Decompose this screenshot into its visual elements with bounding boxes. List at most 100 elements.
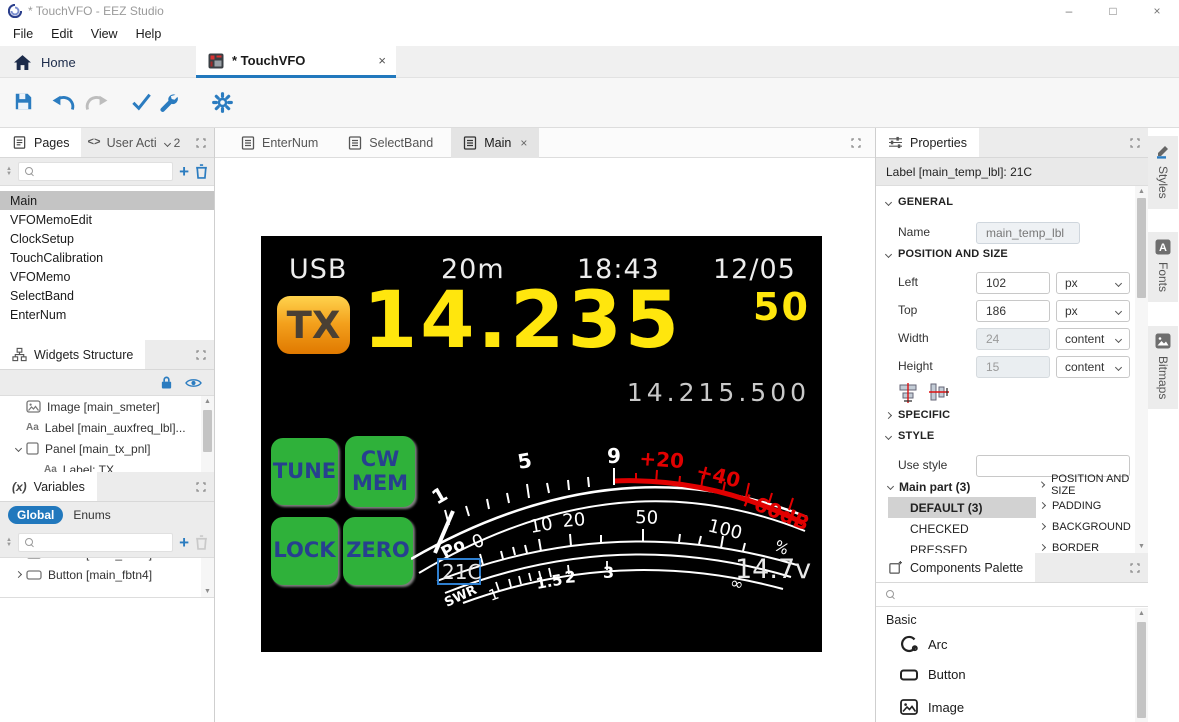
tree-item-image[interactable]: Image [main_smeter] <box>0 396 214 417</box>
gear-icon[interactable] <box>212 92 233 113</box>
left-input[interactable]: 102 <box>976 272 1050 294</box>
expand-icon[interactable] <box>196 138 206 148</box>
palette-scrollbar[interactable]: ▲ <box>1135 608 1148 722</box>
tab-variables[interactable]: (x) Variables <box>0 472 97 501</box>
top-unit-select[interactable]: px <box>1056 300 1130 322</box>
editor-tab-selectband[interactable]: SelectBand <box>336 128 445 158</box>
tab-project-close-icon[interactable]: × <box>378 53 386 68</box>
scrollbar-thumb[interactable] <box>1137 198 1146 298</box>
tree-item-label-auxfreq[interactable]: Aa Label [main_auxfreq_lbl]... <box>0 417 214 438</box>
tab-enums[interactable]: Enums <box>73 508 110 522</box>
page-item-touchcalibration[interactable]: TouchCalibration <box>0 248 214 267</box>
style-group-padding[interactable]: PADDING <box>1040 495 1132 516</box>
close-tab-icon[interactable]: × <box>520 136 527 150</box>
style-part-main[interactable]: Main part (3) <box>888 476 1036 497</box>
tab-properties[interactable]: Properties <box>876 128 979 157</box>
chevron-down-icon[interactable] <box>164 140 171 147</box>
vfo-button-lock[interactable]: LOCK <box>271 517 338 585</box>
top-input[interactable]: 186 <box>976 300 1050 322</box>
sort-icon[interactable]: ▲▼ <box>6 167 12 177</box>
palette-search-input[interactable] <box>876 583 1148 607</box>
variables-search-input[interactable] <box>18 533 173 552</box>
palette-item-arc[interactable]: Arc <box>900 635 948 653</box>
page-canvas-main[interactable]: USB 20m 18:43 12/05 TX 14.235 50 14.215.… <box>261 236 822 652</box>
delete-page-icon[interactable] <box>195 164 208 179</box>
scroll-down-icon[interactable]: ▼ <box>1135 541 1148 553</box>
delete-variable-icon[interactable] <box>195 535 208 550</box>
style-group-background[interactable]: BACKGROUND <box>1040 516 1132 537</box>
wrench-icon[interactable] <box>158 92 178 112</box>
page-item-main[interactable]: Main <box>0 191 214 210</box>
palette-item-button[interactable]: Button <box>900 667 966 682</box>
expand-icon[interactable] <box>196 482 206 492</box>
section-style[interactable]: STYLE <box>886 430 934 442</box>
tree-item-button-fbtn4[interactable]: Button [main_fbtn4] <box>0 564 214 585</box>
properties-scrollbar[interactable]: ▲ ▼ <box>1135 186 1148 553</box>
expand-icon[interactable] <box>1130 138 1140 148</box>
undo-icon[interactable] <box>52 95 76 112</box>
left-unit-select[interactable]: px <box>1056 272 1130 294</box>
vfo-button-zero[interactable]: ZERO <box>343 517 413 585</box>
eye-icon[interactable] <box>185 377 202 389</box>
lock-icon[interactable] <box>160 375 173 390</box>
editor-tab-enternum[interactable]: EnterNum <box>229 128 330 158</box>
add-page-button[interactable]: + <box>179 165 189 179</box>
redo-icon[interactable] <box>84 95 108 112</box>
height-input[interactable]: 15 <box>976 356 1050 378</box>
rail-tab-bitmaps[interactable]: Bitmaps <box>1148 326 1178 409</box>
palette-item-image[interactable]: Image <box>900 699 964 715</box>
tab-global[interactable]: Global <box>8 506 63 524</box>
editor-tab-main[interactable]: Main × <box>451 128 539 158</box>
menu-file[interactable]: File <box>4 25 42 43</box>
add-variable-button[interactable]: + <box>179 536 189 550</box>
menu-help[interactable]: Help <box>127 25 171 43</box>
sort-icon[interactable]: ▲▼ <box>6 538 12 548</box>
style-group-border[interactable]: BORDER <box>1040 537 1132 553</box>
rail-tab-fonts[interactable]: A Fonts <box>1148 232 1178 302</box>
maximize-button[interactable]: □ <box>1091 0 1135 22</box>
style-part-checked[interactable]: CHECKED <box>888 518 1036 539</box>
expand-icon[interactable] <box>196 350 206 360</box>
scroll-up-icon[interactable]: ▲ <box>1135 186 1148 198</box>
tab-widgets-structure[interactable]: Widgets Structure <box>0 340 145 369</box>
close-button[interactable]: × <box>1135 0 1179 22</box>
section-general[interactable]: GENERAL <box>886 196 953 208</box>
scrollbar-thumb[interactable] <box>1137 622 1146 718</box>
page-item-vfomemo[interactable]: VFOMemo <box>0 267 214 286</box>
vfo-button-cwmem[interactable]: CW MEM <box>345 436 415 507</box>
align-vertical-icon[interactable] <box>928 382 950 404</box>
rail-tab-styles[interactable]: Styles <box>1148 136 1178 209</box>
page-item-clocksetup[interactable]: ClockSetup <box>0 229 214 248</box>
tree-item-panel-tx[interactable]: Panel [main_tx_pnl] <box>0 438 214 459</box>
style-group-position[interactable]: POSITION AND SIZE <box>1040 474 1132 495</box>
pages-search-input[interactable] <box>18 162 173 181</box>
menu-view[interactable]: View <box>82 25 127 43</box>
style-part-default[interactable]: DEFAULT (3) <box>888 497 1036 518</box>
scroll-down-icon[interactable]: ▼ <box>201 586 214 598</box>
align-horizontal-icon[interactable] <box>898 382 920 404</box>
tab-components-palette[interactable]: Components Palette <box>876 553 1035 582</box>
menu-edit[interactable]: Edit <box>42 25 82 43</box>
minimize-button[interactable]: – <box>1047 0 1091 22</box>
scroll-up-icon[interactable]: ▲ <box>201 396 214 408</box>
check-icon[interactable] <box>132 92 151 111</box>
tab-pages[interactable]: Pages <box>0 128 81 157</box>
width-input[interactable]: 24 <box>976 328 1050 350</box>
vfo-button-tune[interactable]: TUNE <box>271 438 338 505</box>
chevron-down-icon[interactable] <box>10 446 26 451</box>
tab-project[interactable]: * TouchVFO × <box>196 46 396 78</box>
style-part-pressed[interactable]: PRESSED <box>888 539 1036 553</box>
expand-icon[interactable] <box>1130 563 1140 573</box>
section-position-size[interactable]: POSITION AND SIZE <box>886 248 1008 260</box>
save-icon[interactable] <box>14 92 33 111</box>
width-unit-select[interactable]: content <box>1056 328 1130 350</box>
section-specific[interactable]: SPECIFIC <box>886 409 950 421</box>
scrollbar-thumb[interactable] <box>203 410 212 452</box>
tab-home[interactable]: Home <box>0 46 196 78</box>
page-item-enternum[interactable]: EnterNum <box>0 305 214 324</box>
tab-user-actions[interactable]: <> User Acti <box>81 128 162 157</box>
height-unit-select[interactable]: content <box>1056 356 1130 378</box>
page-item-selectband[interactable]: SelectBand <box>0 286 214 305</box>
temp-label-selected[interactable]: 21C <box>437 558 481 585</box>
scroll-up-icon[interactable]: ▲ <box>1135 608 1148 620</box>
